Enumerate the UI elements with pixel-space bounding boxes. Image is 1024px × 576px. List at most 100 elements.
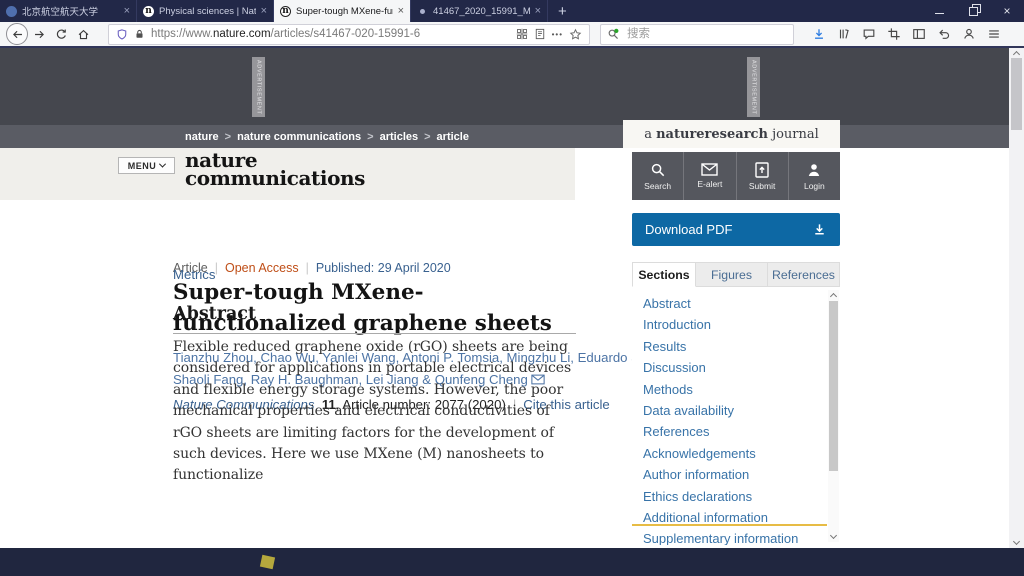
- user-icon: [806, 162, 822, 178]
- menu-button[interactable]: [983, 23, 1005, 45]
- download-pdf-button[interactable]: Download PDF: [632, 213, 840, 246]
- abstract-text: Flexible reduced graphene oxide (rGO) sh…: [173, 337, 583, 487]
- tab-close-icon[interactable]: ×: [261, 6, 267, 17]
- breadcrumb-current: article: [437, 131, 469, 143]
- tab-sections[interactable]: Sections: [632, 262, 696, 287]
- browser-tab-article-active[interactable]: n Super-tough MXene-functio… ×: [274, 0, 411, 22]
- tab-close-icon[interactable]: ×: [124, 6, 130, 17]
- back-icon: [11, 28, 24, 41]
- scroll-up-icon[interactable]: [830, 293, 837, 300]
- section-link-results[interactable]: Results: [643, 336, 827, 357]
- nature-favicon: n: [280, 6, 291, 17]
- downloads-button[interactable]: [808, 23, 830, 45]
- page-scrollbar[interactable]: [1009, 48, 1024, 548]
- account-icon: [962, 27, 976, 41]
- chat-bubble-icon: [862, 27, 876, 41]
- tab-close-icon[interactable]: ×: [535, 6, 541, 17]
- login-button[interactable]: Login: [789, 152, 840, 200]
- new-tab-button[interactable]: +: [548, 0, 577, 22]
- tab-title: 北京航空航天大学: [22, 4, 119, 18]
- search-button[interactable]: Search: [632, 152, 684, 200]
- search-box[interactable]: [600, 24, 794, 45]
- submit-button[interactable]: Submit: [737, 152, 789, 200]
- url-input[interactable]: https://www.nature.com/articles/s41467-0…: [108, 24, 590, 45]
- screenshot-button[interactable]: [883, 23, 905, 45]
- nature-favicon: n: [143, 6, 154, 17]
- journal-logo[interactable]: nature communications: [185, 151, 365, 187]
- toolbar-icons: [808, 23, 1005, 45]
- section-link-ethics-declarations[interactable]: Ethics declarations: [643, 486, 827, 507]
- reload-button[interactable]: [50, 23, 72, 45]
- search-icon: [607, 28, 620, 41]
- scroll-down-icon[interactable]: [1013, 538, 1020, 545]
- advertisement-strip: ADVERTISEMENT: [252, 57, 265, 117]
- breadcrumb-link-nature[interactable]: nature: [185, 131, 219, 143]
- tab-figures[interactable]: Figures: [696, 262, 768, 287]
- scroll-up-icon[interactable]: [1013, 51, 1020, 58]
- undo-button[interactable]: [933, 23, 955, 45]
- sidebar-toggle-button[interactable]: [908, 23, 930, 45]
- page-actions-icon[interactable]: •••: [552, 30, 563, 39]
- sidebar-icon: [912, 27, 926, 41]
- bookmark-star-icon[interactable]: [569, 28, 582, 41]
- scroll-down-icon[interactable]: [830, 532, 837, 539]
- browser-tab-university[interactable]: 北京航空航天大学 ×: [0, 0, 137, 22]
- breadcrumb-link-journal[interactable]: nature communications: [237, 131, 361, 143]
- restore-button[interactable]: [956, 0, 990, 22]
- e-alert-button[interactable]: E-alert: [684, 152, 736, 200]
- minimize-button[interactable]: [922, 0, 956, 22]
- home-icon: [77, 28, 90, 41]
- breadcrumb-link-articles[interactable]: articles: [380, 131, 419, 143]
- browser-tab-physical-sciences[interactable]: n Physical sciences | Nature C… ×: [137, 0, 274, 22]
- scrollbar-thumb[interactable]: [1011, 58, 1022, 130]
- section-link-discussion[interactable]: Discussion: [643, 357, 827, 378]
- home-button[interactable]: [72, 23, 94, 45]
- section-link-supplementary-information[interactable]: Supplementary information: [643, 528, 827, 545]
- open-access-label[interactable]: Open Access: [225, 261, 299, 275]
- section-link-introduction[interactable]: Introduction: [643, 314, 827, 335]
- university-favicon: [6, 6, 17, 17]
- lock-icon: [134, 28, 145, 40]
- metrics-link[interactable]: Metrics: [173, 267, 216, 282]
- breadcrumb-separator: >: [424, 131, 430, 143]
- hamburger-icon: [987, 27, 1001, 41]
- envelope-icon: [701, 163, 718, 176]
- scrollbar-thumb[interactable]: [829, 301, 838, 471]
- sections-list: Abstract Introduction Results Discussion…: [632, 287, 827, 545]
- section-link-abstract[interactable]: Abstract: [643, 293, 827, 314]
- menu-dropdown-button[interactable]: MENU: [118, 157, 175, 174]
- browser-tab-supplement[interactable]: 41467_2020_15991_MOESM… ×: [411, 0, 548, 22]
- breadcrumb-separator: >: [367, 131, 373, 143]
- library-icon: [837, 27, 851, 41]
- download-icon: [812, 27, 826, 41]
- section-link-acknowledgements[interactable]: Acknowledgements: [643, 443, 827, 464]
- library-button[interactable]: [833, 23, 855, 45]
- grid-extension-icon[interactable]: [516, 28, 528, 40]
- section-highlight-underline: [632, 524, 827, 526]
- breadcrumb-separator: >: [225, 131, 231, 143]
- back-button[interactable]: [6, 23, 28, 45]
- url-text: https://www.nature.com/articles/s41467-0…: [151, 28, 510, 40]
- crop-icon: [887, 27, 901, 41]
- account-button[interactable]: [958, 23, 980, 45]
- tab-close-icon[interactable]: ×: [398, 6, 404, 17]
- undo-arrow-icon: [937, 27, 951, 41]
- section-link-references[interactable]: References: [643, 421, 827, 442]
- section-link-methods[interactable]: Methods: [643, 379, 827, 400]
- shield-icon: [116, 28, 128, 41]
- quick-action-bar: Search E-alert Submit Login: [632, 152, 840, 200]
- reload-icon: [55, 28, 68, 41]
- close-button[interactable]: ×: [990, 0, 1024, 22]
- tab-title: Super-tough MXene-functio…: [296, 6, 393, 17]
- messages-button[interactable]: [858, 23, 880, 45]
- chevron-down-icon: [159, 161, 166, 168]
- sections-scrollbar[interactable]: [828, 290, 839, 542]
- desktop-shortcut-icon[interactable]: [260, 555, 275, 569]
- published-date: Published: 29 April 2020: [316, 261, 451, 275]
- reader-mode-icon[interactable]: [534, 28, 546, 40]
- section-link-author-information[interactable]: Author information: [643, 464, 827, 485]
- section-link-data-availability[interactable]: Data availability: [643, 400, 827, 421]
- search-input[interactable]: [625, 27, 787, 41]
- forward-button[interactable]: [28, 23, 50, 45]
- tab-references[interactable]: References: [768, 262, 840, 287]
